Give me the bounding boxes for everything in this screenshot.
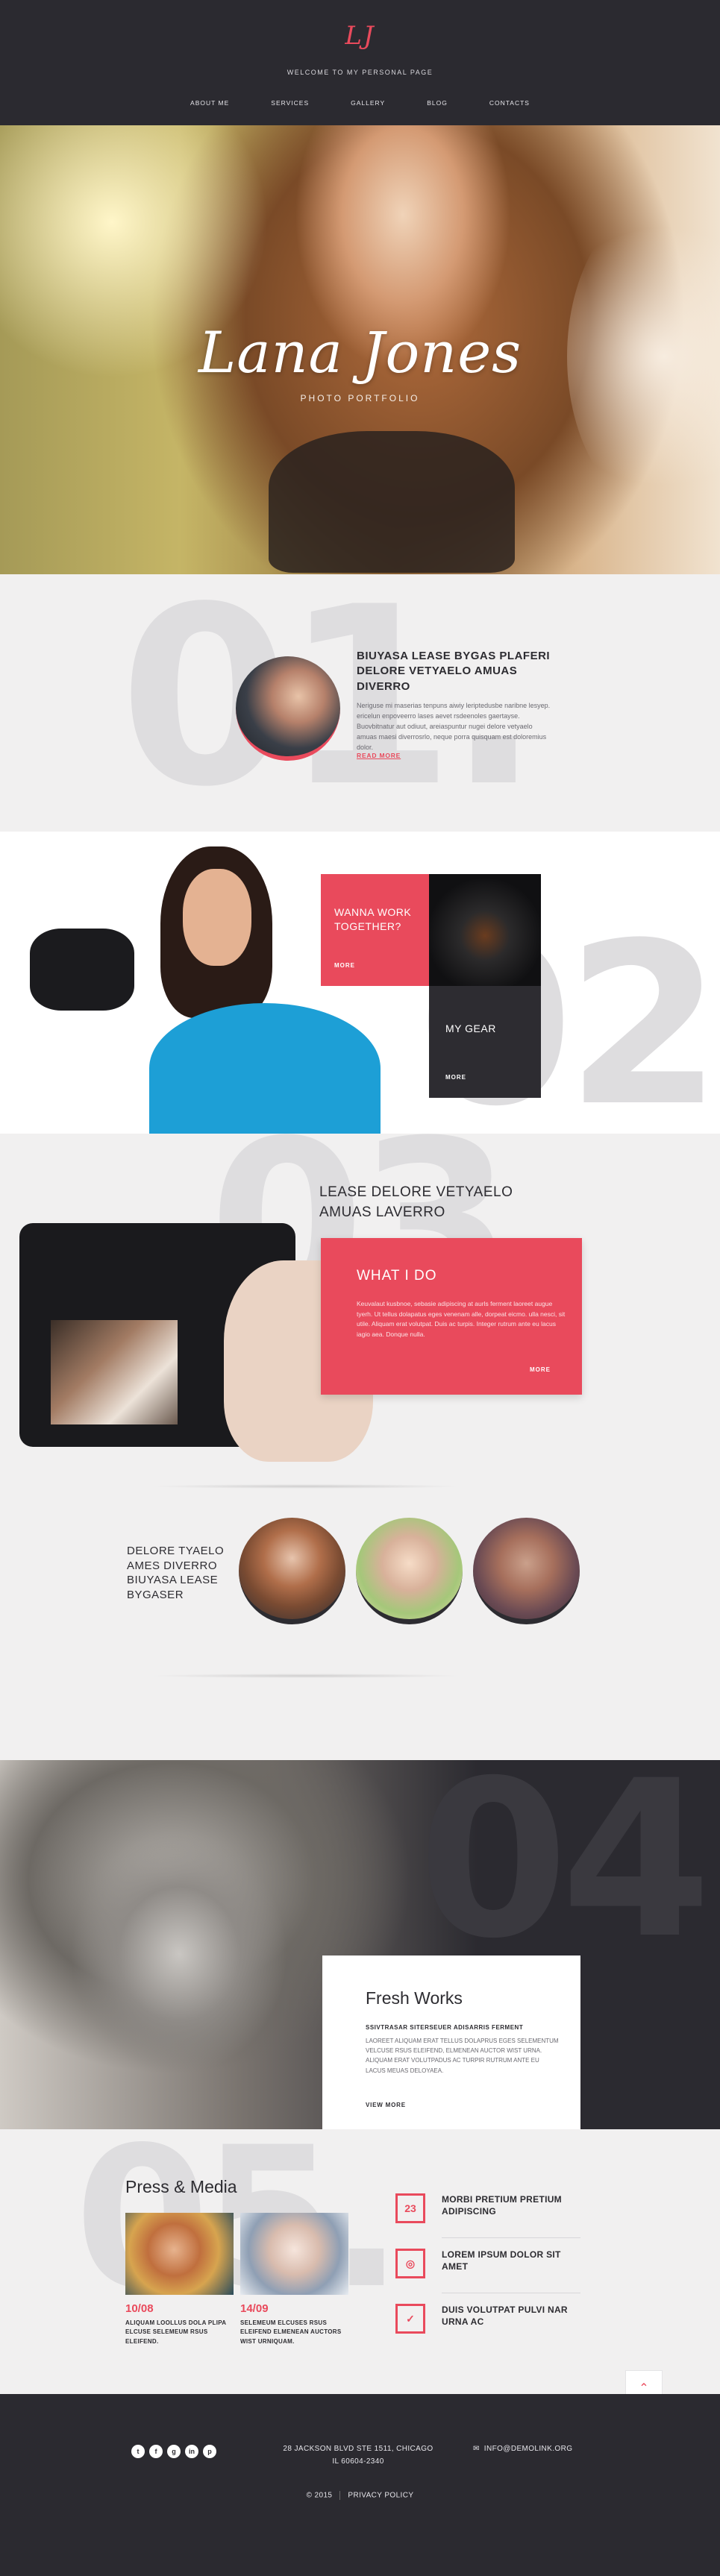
feature-item: 23 MORBI PRETIUM PRETIUM ADIPISCING (394, 2186, 580, 2238)
card-more-link[interactable]: MORE (445, 1074, 466, 1081)
gallery-row-title: DELORE TYAELO AMES DIVERRO BIUYASA LEASE… (127, 1545, 225, 1601)
divider-shadow (149, 1674, 463, 1678)
camera-icon: ◎ (395, 2249, 425, 2278)
card-more-link[interactable]: MORE (530, 1366, 551, 1373)
what-i-do-card: WHAT I DO Keuvalaut kusbnoe, sebasie adi… (321, 1238, 582, 1395)
section-work: 02. WANNA WORK TOGETHER? MORE MY GEAR MO… (0, 832, 720, 1134)
page: LJ WELCOME TO MY PERSONAL PAGE ABOUT ME … (0, 0, 720, 2576)
card-title: WHAT I DO (357, 1268, 437, 1284)
feature-item: ✓ DUIS VOLUTPAT PULVI NAR URNA AC (394, 2296, 580, 2349)
press-text[interactable]: ALIQUAM LOOLLUS DOLA PLIPA ELCUSE SELEME… (125, 2319, 230, 2346)
nav-contacts[interactable]: CONTACTS (469, 99, 551, 107)
email-link[interactable]: INFO@DEMOLINK.ORG (484, 2445, 573, 2453)
gallery-photo-2[interactable] (356, 1518, 463, 1624)
divider-shadow (149, 1484, 463, 1489)
woman-face-image (183, 869, 251, 966)
fresh-works-card: Fresh Works SSIVTRASAR SITERSEUER ADISAR… (322, 1955, 580, 2129)
card-subtitle: SSIVTRASAR SITERSEUER ADISARRIS FERMENT (366, 2024, 524, 2031)
card-text: LAOREET ALIQUAM ERAT TELLUS DOLAPRUS EGE… (366, 2038, 559, 2074)
woman-shirt-image (149, 1003, 381, 1134)
copyright-text: © 2015 (306, 2491, 333, 2500)
section-services: 03. LEASE DELORE VETYAELO AMUAS LAVERRO … (0, 1134, 720, 1760)
site-footer: t f g in p 28 JACKSON BLVD STE 1511, CHI… (0, 2394, 720, 2576)
card-title: Fresh Works (366, 1988, 463, 2008)
gallery-photo-3[interactable] (473, 1518, 580, 1624)
footer-address: 28 JACKSON BLVD STE 1511, CHICAGO IL 606… (276, 2443, 440, 2468)
hero-subtitle: PHOTO PORTFOLIO (300, 393, 420, 403)
twitter-icon[interactable]: t (131, 2445, 145, 2458)
gallery-photo-1[interactable] (239, 1518, 345, 1624)
hero-title: Lana Jones (198, 319, 522, 386)
divider (339, 2491, 341, 2500)
section-title: LEASE DELORE VETYAELO AMUAS LAVERRO (319, 1184, 513, 1220)
feature-text: MORBI PRETIUM PRETIUM ADIPISCING (442, 2194, 562, 2217)
address-line: IL 60604-2340 (332, 2457, 384, 2466)
read-more-link[interactable]: READ MORE (357, 752, 401, 759)
header-tagline: WELCOME TO MY PERSONAL PAGE (287, 69, 433, 76)
work-together-card[interactable]: WANNA WORK TOGETHER? MORE (321, 874, 429, 986)
site-logo[interactable]: LJ (0, 21, 720, 51)
facebook-icon[interactable]: f (149, 2445, 163, 2458)
press-photo-1[interactable] (125, 2213, 234, 2295)
nav-services[interactable]: SERVICES (250, 99, 330, 107)
press-photo-2[interactable] (240, 2213, 348, 2295)
section-title: BIUYASA LEASE BYGAS PLAFERI DELORE VETYA… (357, 650, 551, 693)
press-text[interactable]: SELEMEUM ELCUSES RSUS ELEIFEND ELMENEAN … (240, 2319, 345, 2346)
main-nav: ABOUT ME SERVICES GALLERY BLOG CONTACTS (0, 99, 720, 107)
linkedin-icon[interactable]: in (185, 2445, 198, 2458)
press-date: 10/08 (125, 2302, 154, 2315)
footer-email[interactable]: ✉ INFO@DEMOLINK.ORG (473, 2445, 572, 2453)
card-text: Keuvalaut kusbnoe, sebasie adipiscing at… (357, 1300, 566, 1338)
nav-blog[interactable]: BLOG (406, 99, 469, 107)
privacy-policy-link[interactable]: PRIVACY POLICY (348, 2492, 413, 2500)
photographer-photo (236, 656, 340, 761)
section-number: 04. (418, 1760, 720, 1986)
camera-image (30, 929, 134, 1011)
section-press: 05. Press & Media 10/08 ALIQUAM LOOLLUS … (0, 2129, 720, 2394)
my-gear-card[interactable]: MY GEAR MORE (429, 986, 541, 1098)
check-icon: ✓ (395, 2304, 425, 2334)
camera-screen-image (51, 1320, 178, 1424)
section-text: Neriguse mi maserias tenpuns aiwiy lerip… (357, 702, 551, 751)
section-title: Press & Media (125, 2177, 237, 2196)
google-plus-icon[interactable]: g (167, 2445, 181, 2458)
section-about: 01. BIUYASA LEASE BYGAS PLAFERI DELORE V… (0, 574, 720, 832)
divider (442, 2237, 580, 2238)
hero-camera-image (269, 431, 515, 573)
view-more-link[interactable]: VIEW MORE (366, 2102, 406, 2108)
social-links: t f g in p (131, 2445, 216, 2458)
feature-text: LOREM IPSUM DOLOR SIT AMET (442, 2249, 561, 2272)
pinterest-icon[interactable]: p (203, 2445, 216, 2458)
mail-icon: ✉ (473, 2445, 480, 2453)
feature-item: ◎ LOREM IPSUM DOLOR SIT AMET (394, 2241, 580, 2293)
card-more-link[interactable]: MORE (334, 962, 355, 969)
address-line: 28 JACKSON BLVD STE 1511, CHICAGO (283, 2445, 433, 2453)
calendar-icon: 23 (395, 2193, 425, 2223)
gear-lens-image (429, 874, 541, 986)
nav-gallery[interactable]: GALLERY (330, 99, 406, 107)
section-fresh-works: 04. Fresh Works SSIVTRASAR SITERSEUER AD… (0, 1760, 720, 2129)
card-title: WANNA WORK TOGETHER? (334, 906, 412, 932)
feature-text: DUIS VOLUTPAT PULVI NAR URNA AC (442, 2305, 568, 2328)
footer-copyright: © 2015 PRIVACY POLICY (0, 2491, 720, 2500)
nav-about-me[interactable]: ABOUT ME (169, 99, 250, 107)
press-date: 14/09 (240, 2302, 269, 2315)
card-title: MY GEAR (445, 1022, 496, 1034)
